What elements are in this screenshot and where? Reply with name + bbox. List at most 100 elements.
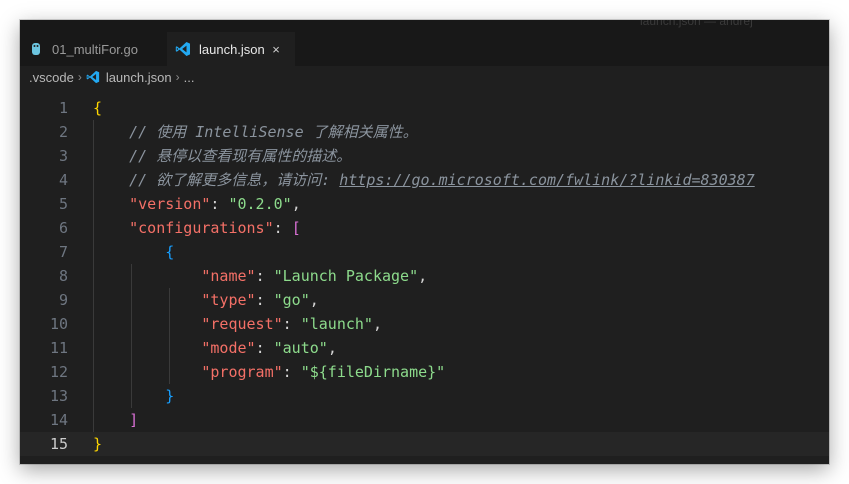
code-line[interactable]: 1{ (20, 96, 829, 120)
code-line[interactable]: 5 "version": "0.2.0", (20, 192, 829, 216)
vscode-icon (86, 70, 100, 84)
code-line[interactable]: 13 } (20, 384, 829, 408)
code-text: ] (93, 408, 138, 432)
code-token: "request" (201, 315, 283, 333)
code-line[interactable]: 15} (20, 432, 829, 456)
code-token: : (273, 219, 292, 237)
code-line[interactable]: 8 "name": "Launch Package", (20, 264, 829, 288)
tab-multifor-go[interactable]: 01_multiFor.go (20, 32, 167, 66)
chevron-right-icon: › (77, 70, 82, 84)
code-token: "version" (129, 195, 211, 213)
code-token: , (291, 195, 301, 213)
code-token[interactable]: https://go.microsoft.com/fwlink/?linkid=… (339, 171, 754, 189)
line-number: 8 (58, 267, 68, 285)
tab-label: launch.json (199, 41, 265, 57)
line-number: 12 (49, 363, 68, 381)
code-token: [ (291, 219, 301, 237)
code-token: { (93, 99, 103, 117)
code-text: // 欲了解更多信息，请访问: https://go.microsoft.com… (93, 168, 755, 192)
code-line[interactable]: 9 "type": "go", (20, 288, 829, 312)
code-token: "${fileDirname}" (300, 363, 446, 381)
code-line[interactable]: 4 // 欲了解更多信息，请访问: https://go.microsoft.c… (20, 168, 829, 192)
line-number: 3 (58, 147, 68, 165)
code-token: , (309, 291, 319, 309)
code-token: ] (129, 411, 139, 429)
code-token: : (282, 315, 301, 333)
code-token: "name" (201, 267, 256, 285)
code-line[interactable]: 10 "request": "launch", (20, 312, 829, 336)
code-token: : (210, 195, 229, 213)
editor-window: launch.json — andrej 01_multiFor.go laun… (20, 20, 829, 464)
line-number: 1 (58, 99, 68, 117)
code-text: "name": "Launch Package", (93, 264, 427, 288)
line-number: 9 (58, 291, 68, 309)
code-token: "0.2.0" (228, 195, 292, 213)
line-number: 6 (58, 219, 68, 237)
code-token: { (165, 243, 175, 261)
code-text: "type": "go", (93, 288, 319, 312)
line-number: 11 (49, 339, 68, 357)
code-token: , (327, 339, 337, 357)
line-number: 15 (49, 435, 68, 453)
code-token: "launch" (300, 315, 373, 333)
code-token: , (418, 267, 428, 285)
window-title: launch.json — andrej (640, 20, 753, 28)
code-token: : (282, 363, 301, 381)
code-text: { (93, 96, 102, 120)
code-text: "program": "${fileDirname}" (93, 360, 445, 384)
code-line[interactable]: 12 "program": "${fileDirname}" (20, 360, 829, 384)
line-number: 5 (58, 195, 68, 213)
code-token: "auto" (273, 339, 328, 357)
tab-launch-json[interactable]: launch.json × (167, 32, 295, 66)
code-token: , (372, 315, 382, 333)
code-line[interactable]: 7 { (20, 240, 829, 264)
code-line[interactable]: 3 // 悬停以查看现有属性的描述。 (20, 144, 829, 168)
code-editor[interactable]: 1{2 // 使用 IntelliSense 了解相关属性。 3 // 悬停以查看… (20, 88, 829, 464)
code-text: } (93, 432, 102, 456)
code-token: "go" (273, 291, 310, 309)
code-line[interactable]: 6 "configurations": [ (20, 216, 829, 240)
tab-bar: launch.json — andrej 01_multiFor.go laun… (20, 20, 829, 66)
code-text: } (93, 384, 174, 408)
code-token: "configurations" (129, 219, 274, 237)
close-icon[interactable]: × (269, 42, 283, 57)
code-token: // 欲了解更多信息，请访问: (129, 171, 340, 189)
breadcrumb-more[interactable]: ... (184, 70, 195, 85)
line-number: 10 (49, 315, 68, 333)
line-number: 4 (58, 171, 68, 189)
breadcrumb-file[interactable]: launch.json (106, 70, 172, 85)
chevron-right-icon: › (175, 70, 180, 84)
code-line[interactable]: 14 ] (20, 408, 829, 432)
breadcrumb-folder[interactable]: .vscode (29, 70, 74, 85)
go-file-icon (28, 41, 44, 57)
code-text: "mode": "auto", (93, 336, 337, 360)
breadcrumb: .vscode › launch.json › ... (20, 66, 829, 88)
code-token: "type" (201, 291, 256, 309)
code-token: : (255, 291, 274, 309)
code-text: { (93, 240, 174, 264)
code-line[interactable]: 2 // 使用 IntelliSense 了解相关属性。 (20, 120, 829, 144)
code-token: // 悬停以查看现有属性的描述。 (129, 147, 352, 165)
code-token: } (165, 387, 175, 405)
line-number: 7 (58, 243, 68, 261)
code-token: : (255, 267, 274, 285)
code-token: : (255, 339, 274, 357)
code-text: "request": "launch", (93, 312, 382, 336)
code-text: "version": "0.2.0", (93, 192, 301, 216)
code-token: "program" (201, 363, 283, 381)
code-text: // 悬停以查看现有属性的描述。 (93, 144, 351, 168)
line-number: 13 (49, 387, 68, 405)
code-token: } (93, 435, 103, 453)
vscode-icon (175, 41, 191, 57)
tab-label: 01_multiFor.go (52, 41, 138, 57)
code-line[interactable]: 11 "mode": "auto", (20, 336, 829, 360)
